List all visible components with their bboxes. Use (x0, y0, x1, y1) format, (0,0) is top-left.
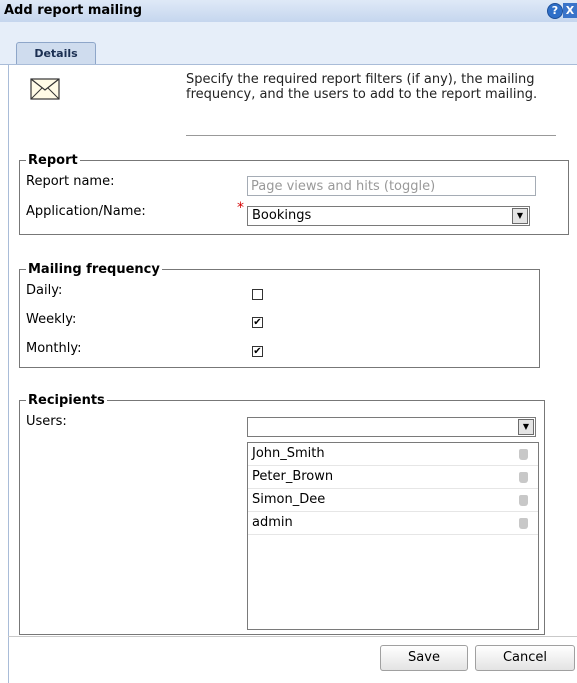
help-icon[interactable]: ? (547, 3, 563, 19)
user-name: Peter_Brown (252, 469, 334, 484)
application-name-value: Bookings (252, 208, 312, 223)
monthly-checkbox[interactable]: ✔ (252, 346, 263, 357)
add-report-mailing-dialog: Add report mailing ? X Details Specify t… (0, 0, 577, 683)
tab-strip: Details (0, 22, 577, 65)
user-name: John_Smith (252, 446, 325, 461)
trash-icon[interactable] (519, 495, 528, 506)
weekly-checkbox[interactable]: ✔ (252, 317, 263, 328)
close-icon[interactable]: X (563, 3, 577, 18)
save-button[interactable]: Save (380, 645, 468, 671)
trash-icon[interactable] (519, 449, 528, 460)
trash-icon[interactable] (519, 472, 528, 483)
left-border (8, 64, 9, 683)
chevron-down-icon[interactable]: ▼ (512, 208, 528, 224)
chevron-down-icon[interactable]: ▼ (518, 419, 534, 435)
users-label: Users: (26, 414, 67, 429)
dialog-description: Specify the required report filters (if … (186, 72, 538, 102)
report-name-field[interactable]: Page views and hits (toggle) (247, 176, 536, 196)
description-divider (186, 135, 556, 136)
list-item[interactable]: Simon_Dee (248, 489, 538, 512)
dialog-title-bar: Add report mailing ? X (0, 0, 577, 23)
required-marker: * (237, 200, 244, 216)
list-item[interactable]: admin (248, 512, 538, 535)
application-name-label: Application/Name: (26, 204, 146, 219)
tab-details[interactable]: Details (16, 42, 96, 64)
weekly-label: Weekly: (26, 312, 77, 327)
user-name: admin (252, 515, 293, 530)
mailing-frequency-fieldset: Mailing frequency (19, 262, 540, 368)
report-legend: Report (28, 153, 78, 168)
dialog-title: Add report mailing (4, 3, 143, 18)
list-item[interactable]: John_Smith (248, 443, 538, 466)
list-item[interactable]: Peter_Brown (248, 466, 538, 489)
users-select[interactable]: ▼ (247, 417, 536, 437)
recipients-legend: Recipients (28, 393, 105, 408)
report-name-label: Report name: (26, 174, 115, 189)
footer-divider (8, 636, 577, 637)
trash-icon[interactable] (519, 518, 528, 529)
cancel-button[interactable]: Cancel (475, 645, 575, 671)
users-list: John_Smith Peter_Brown Simon_Dee admin (247, 442, 539, 630)
envelope-icon (30, 78, 60, 100)
daily-checkbox[interactable] (252, 289, 263, 300)
application-name-select[interactable]: Bookings ▼ (247, 206, 530, 226)
monthly-label: Monthly: (26, 341, 82, 356)
user-name: Simon_Dee (252, 492, 326, 507)
daily-label: Daily: (26, 283, 63, 298)
mailing-frequency-legend: Mailing frequency (28, 262, 160, 277)
